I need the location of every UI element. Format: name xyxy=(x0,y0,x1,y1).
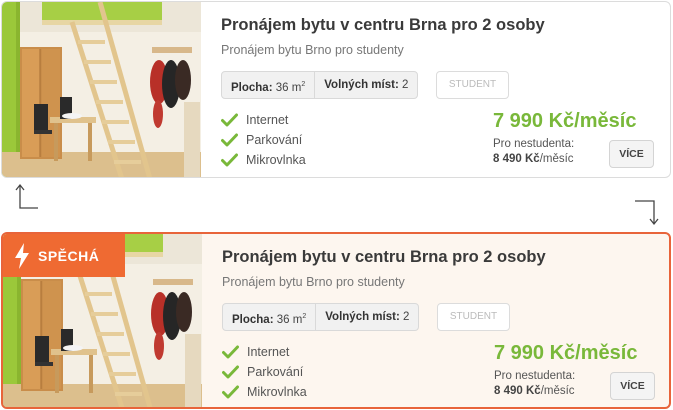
nonstudent-label: Pro nestudenta: xyxy=(494,370,576,382)
listing-content: Pronájem bytu v centru Brna pro 2 osoby … xyxy=(221,2,670,177)
more-button[interactable]: VÍCE xyxy=(610,372,655,400)
arrow-up-icon xyxy=(15,183,38,209)
feature-item: Internet xyxy=(221,110,306,130)
free-places-value: 2 xyxy=(403,311,410,323)
check-icon xyxy=(221,113,238,127)
listing-card[interactable]: Pronájem bytu v centru Brna pro 2 osoby … xyxy=(1,1,671,178)
free-places-label: Volných míst: xyxy=(324,79,399,91)
listing-title[interactable]: Pronájem bytu v centru Brna pro 2 osoby xyxy=(222,248,546,267)
more-button[interactable]: VÍCE xyxy=(609,140,654,168)
free-places-value: 2 xyxy=(402,79,409,91)
student-price: 7 990 Kč/měsíc xyxy=(494,342,638,364)
check-icon xyxy=(222,345,239,359)
listing-subtitle: Pronájem bytu Brno pro studenty xyxy=(222,275,405,289)
feature-list: Internet Parkování Mikrovlnka xyxy=(221,110,306,170)
feature-label: Parkování xyxy=(247,365,304,379)
urgent-badge: SPĚCHÁ xyxy=(3,234,125,277)
feature-item: Parkování xyxy=(221,130,306,150)
listing-params: Plocha: 36 m2 Volných míst: 2 xyxy=(221,71,419,99)
nonstudent-price-value: 8 490 Kč xyxy=(494,385,541,397)
area-param: Plocha: 36 m2 xyxy=(222,72,314,98)
lightning-icon xyxy=(15,242,29,269)
feature-item: Mikrovlnka xyxy=(222,382,307,402)
feature-label: Internet xyxy=(247,345,290,359)
area-unit-exponent: 2 xyxy=(301,81,306,88)
student-tag: STUDENT xyxy=(436,71,509,99)
free-places-label: Volných míst: xyxy=(325,311,400,323)
listing-card-urgent[interactable]: SPĚCHÁ Pronájem bytu v centru Brna pro 2… xyxy=(1,232,671,409)
check-icon xyxy=(222,385,239,399)
area-value: 36 m xyxy=(275,81,302,94)
check-icon xyxy=(221,153,238,167)
area-unit-exponent: 2 xyxy=(302,313,307,320)
nonstudent-label: Pro nestudenta: xyxy=(493,138,575,150)
nonstudent-price: 8 490 Kč/měsíc xyxy=(494,385,575,397)
check-icon xyxy=(222,365,239,379)
free-places-param: Volných míst: 2 xyxy=(315,304,418,330)
listing-params: Plocha: 36 m2 Volných míst: 2 xyxy=(222,303,420,331)
listing-title[interactable]: Pronájem bytu v centru Brna pro 2 osoby xyxy=(221,16,545,35)
student-tag: STUDENT xyxy=(437,303,510,331)
urgent-badge-label: SPĚCHÁ xyxy=(38,247,100,264)
nonstudent-price: 8 490 Kč/měsíc xyxy=(493,153,574,165)
nonstudent-price-unit: /měsíc xyxy=(539,153,574,165)
arrow-down-icon xyxy=(635,200,659,226)
feature-item: Internet xyxy=(222,342,307,362)
feature-item: Parkování xyxy=(222,362,307,382)
nonstudent-price-unit: /měsíc xyxy=(540,385,575,397)
feature-list: Internet Parkování Mikrovlnka xyxy=(222,342,307,402)
listing-subtitle: Pronájem bytu Brno pro studenty xyxy=(221,43,404,57)
nonstudent-price-value: 8 490 Kč xyxy=(493,153,540,165)
free-places-param: Volných míst: 2 xyxy=(314,72,417,98)
area-value: 36 m xyxy=(276,313,303,326)
area-label: Plocha: xyxy=(231,81,273,94)
listing-photo[interactable] xyxy=(2,2,201,177)
feature-label: Parkování xyxy=(246,133,303,147)
feature-label: Internet xyxy=(246,113,289,127)
area-label: Plocha: xyxy=(232,313,274,326)
student-price: 7 990 Kč/měsíc xyxy=(493,110,637,132)
check-icon xyxy=(221,133,238,147)
feature-label: Mikrovlnka xyxy=(247,385,307,399)
area-param: Plocha: 36 m2 xyxy=(223,304,315,330)
feature-item: Mikrovlnka xyxy=(221,150,306,170)
feature-label: Mikrovlnka xyxy=(246,153,306,167)
listing-content: Pronájem bytu v centru Brna pro 2 osoby … xyxy=(222,234,669,407)
